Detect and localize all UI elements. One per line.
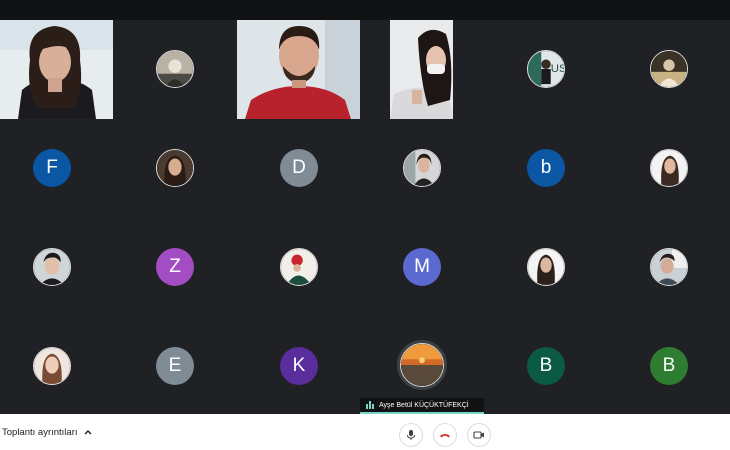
avatar-initial: B <box>662 355 676 376</box>
participant-avatar[interactable] <box>403 149 441 187</box>
participant-initial-avatar[interactable]: B <box>650 347 688 385</box>
avatar-initial: b <box>540 157 552 178</box>
audio-level-icon <box>366 401 374 409</box>
participant-avatar[interactable] <box>156 50 194 88</box>
top-bar <box>0 0 730 20</box>
participant-avatar[interactable] <box>33 347 71 385</box>
participant-video[interactable] <box>0 20 113 119</box>
participant-avatar-speaking[interactable] <box>400 343 444 387</box>
participant-avatar[interactable] <box>650 248 688 286</box>
participant-initial-avatar[interactable]: K <box>280 347 318 385</box>
avatar-initial: D <box>292 157 306 178</box>
avatar-initial: F <box>46 157 58 178</box>
participant-initial-avatar[interactable]: D <box>280 149 318 187</box>
microphone-button[interactable] <box>399 423 423 447</box>
avatar-initial: E <box>168 355 182 376</box>
participant-avatar[interactable] <box>527 248 565 286</box>
end-call-button[interactable] <box>433 423 457 447</box>
microphone-icon <box>407 430 415 440</box>
camera-button[interactable] <box>467 423 491 447</box>
participant-initial-avatar[interactable]: F <box>33 149 71 187</box>
end-call-icon <box>440 434 450 438</box>
meeting-details-label: Toplantı ayrıntıları <box>2 426 78 438</box>
participant-avatar[interactable] <box>650 149 688 187</box>
participant-avatar[interactable] <box>33 248 71 286</box>
chevron-up-icon <box>84 430 92 435</box>
participant-initial-avatar[interactable]: M <box>403 248 441 286</box>
participant-avatar[interactable] <box>280 248 318 286</box>
avatar-initial: B <box>539 355 553 376</box>
camera-icon <box>473 431 484 439</box>
participant-avatar[interactable]: US <box>527 50 565 88</box>
participant-video[interactable] <box>237 20 360 119</box>
svg-text:US: US <box>551 63 564 75</box>
avatar-initial: K <box>292 355 306 376</box>
participant-initial-avatar[interactable]: B <box>527 347 565 385</box>
participant-video[interactable] <box>390 20 453 119</box>
participant-initial-avatar[interactable]: b <box>527 149 565 187</box>
meeting-details-button[interactable]: Toplantı ayrıntıları <box>0 414 92 450</box>
avatar-initial: Z <box>169 256 181 277</box>
participant-initial-avatar[interactable]: E <box>156 347 194 385</box>
avatar-initial: M <box>414 256 430 277</box>
participant-initial-avatar[interactable]: Z <box>156 248 194 286</box>
bottom-control-bar: Toplantı ayrıntıları <box>0 414 730 450</box>
participant-avatar[interactable] <box>156 149 194 187</box>
participant-grid: US F D b Z M E K B B <box>0 20 730 414</box>
active-speaker-banner: Ayşe Betül KÜÇÜKTÜFEKÇİ <box>360 398 484 414</box>
active-speaker-name: Ayşe Betül KÜÇÜKTÜFEKÇİ <box>379 401 469 409</box>
participant-avatar[interactable] <box>650 50 688 88</box>
